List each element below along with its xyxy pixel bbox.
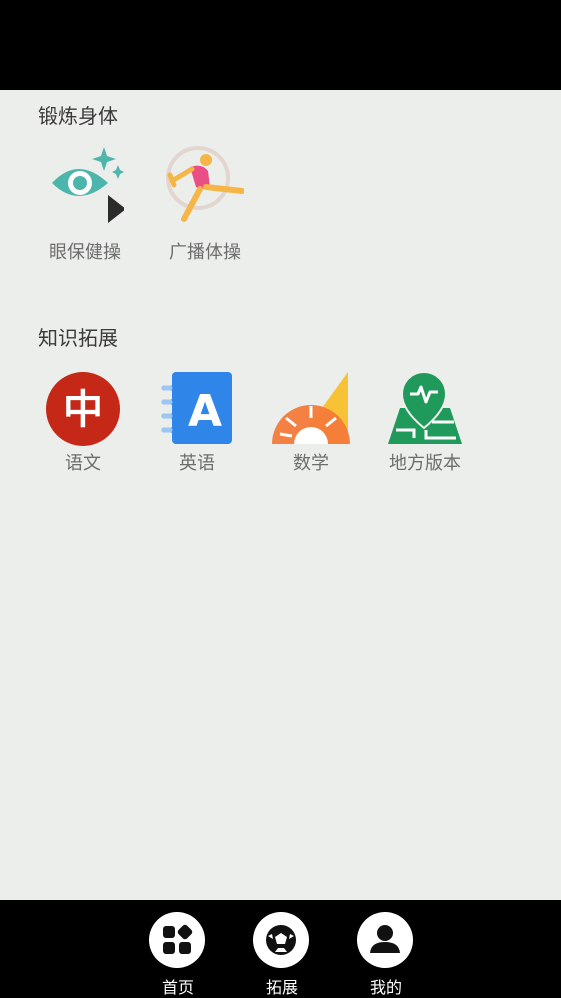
tile-label: 语文 bbox=[65, 453, 101, 474]
home-grid-icon bbox=[149, 912, 205, 968]
section-title-exercise: 锻炼身体 bbox=[38, 104, 118, 128]
tile-label: 广播体操 bbox=[169, 242, 241, 263]
math-ruler-icon bbox=[272, 372, 350, 450]
soccer-ball-icon bbox=[253, 912, 309, 968]
tile-label: 数学 bbox=[293, 453, 329, 474]
chinese-glyph: 中 bbox=[63, 387, 103, 433]
section-title-knowledge: 知识拓展 bbox=[38, 326, 118, 350]
tile-label: 地方版本 bbox=[389, 453, 461, 474]
english-glyph: A bbox=[188, 386, 222, 437]
nav-label-extend: 拓展 bbox=[265, 978, 298, 997]
nav-home[interactable]: 首页 bbox=[142, 912, 214, 997]
bottom-nav: 首页 拓展 我的 bbox=[0, 900, 561, 998]
nav-label-mine: 我的 bbox=[369, 978, 402, 997]
tile-label: 英语 bbox=[179, 453, 215, 474]
local-map-pin-icon bbox=[386, 372, 464, 450]
gymnastics-icon bbox=[166, 145, 244, 223]
main-content: 锻炼身体 眼保健操 广播体操 知识拓展 中 语文 A 英语 数学 地方版本 bbox=[0, 90, 561, 900]
nav-label-home: 首页 bbox=[161, 978, 194, 997]
english-book-icon: A bbox=[158, 372, 236, 450]
nav-extend[interactable]: 拓展 bbox=[246, 912, 318, 997]
tile-label: 眼保健操 bbox=[49, 242, 121, 263]
user-icon bbox=[357, 912, 413, 968]
eye-exercise-icon bbox=[46, 145, 124, 223]
nav-mine[interactable]: 我的 bbox=[350, 912, 422, 997]
status-bar bbox=[0, 0, 561, 90]
chinese-char-icon: 中 bbox=[44, 372, 122, 450]
